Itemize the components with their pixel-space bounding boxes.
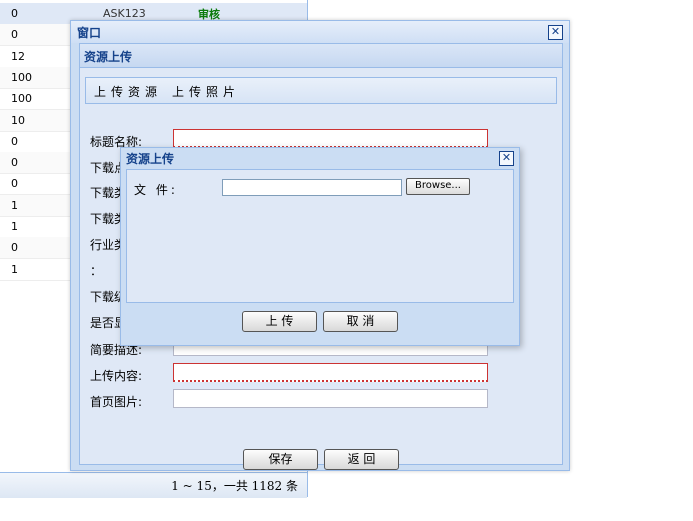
count-cell: 1 [11,262,18,276]
back-button[interactable]: 返 回 [324,449,399,470]
upload-dialog: 资源上传 ✕ 文 件: Browse... 上 传 取 消 [120,147,520,346]
count-cell: 12 [11,49,25,63]
grid-pager: 1 ~ 15，一共 1182 条 [0,472,307,498]
dialog-close-icon[interactable]: ✕ [499,151,514,166]
panel-header: 资源上传 [80,44,562,68]
save-button[interactable]: 保存 [243,449,318,470]
count-cell: 0 [11,7,18,20]
count-cell: 0 [11,28,18,42]
tab-upload-photo[interactable]: 上传照片 [172,83,240,100]
colon-label: ： [90,264,103,278]
upload-button[interactable]: 上 传 [242,311,317,332]
title-input[interactable] [173,129,488,148]
homepage-image-input[interactable] [173,389,488,408]
tab-upload-resource[interactable]: 上传资源 [94,83,162,100]
name-cell: ASK123 [103,7,146,20]
count-cell: 1 [11,220,18,233]
browse-button[interactable]: Browse... [406,178,470,195]
file-label: 文 件: [134,183,178,197]
pager-summary: 1 ~ 15，一共 1182 条 [171,479,298,493]
count-cell: 100 [11,92,32,106]
window-title: 窗口 [77,26,102,40]
window-close-icon[interactable]: ✕ [548,25,563,40]
content-label: 上传内容: [90,369,143,383]
count-cell: 100 [11,70,32,84]
count-cell: 0 [11,177,18,191]
dialog-title: 资源上传 [126,152,175,166]
panel-title: 资源上传 [84,50,133,64]
window-header[interactable]: 窗口 ✕ [71,21,569,43]
upload-tabbar: 上传资源 上传照片 [85,77,557,104]
count-cell: 0 [11,241,18,255]
cancel-button[interactable]: 取 消 [323,311,398,332]
homepage-image-label: 首页图片: [90,395,143,409]
content-input[interactable] [173,363,488,382]
dialog-body: 文 件: Browse... [126,169,514,303]
count-cell: 0 [11,134,18,148]
count-cell: 0 [11,156,18,170]
file-path-input[interactable] [222,179,402,196]
count-cell: 1 [11,198,18,212]
count-cell: 10 [11,113,25,127]
